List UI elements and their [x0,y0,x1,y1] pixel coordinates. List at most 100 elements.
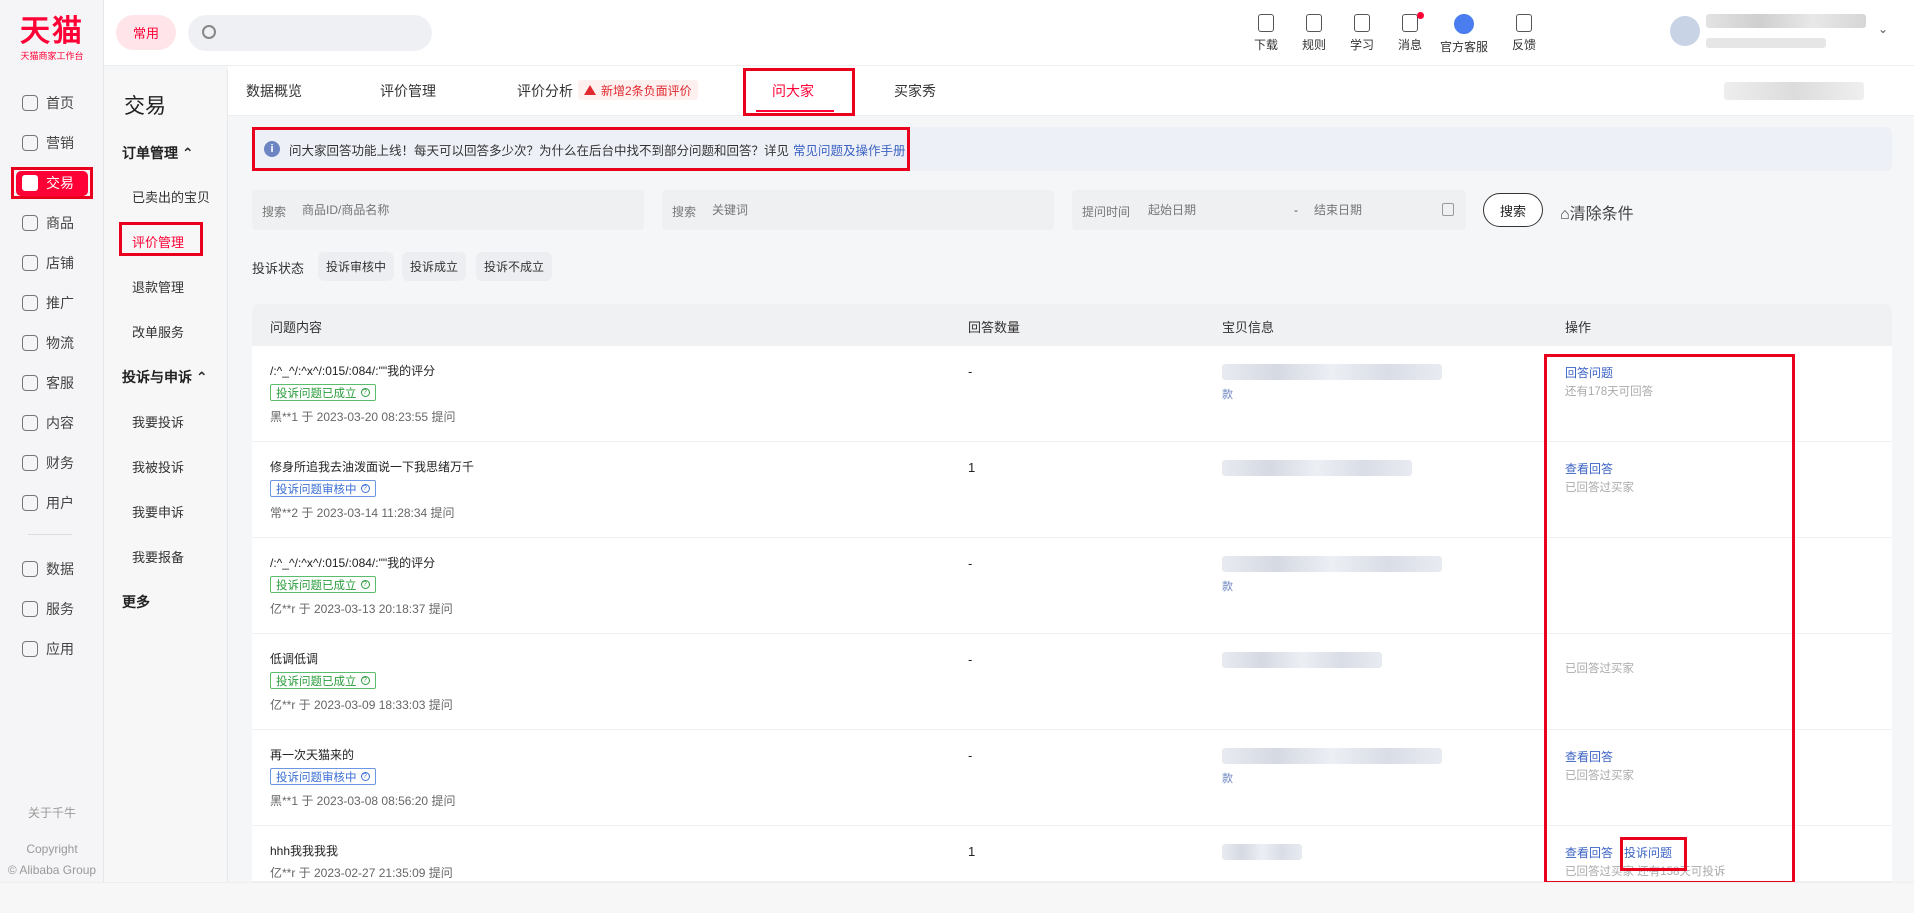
end-date-input[interactable] [1314,200,1424,220]
rail-item-1[interactable]: 营销 [22,131,74,155]
start-date-input[interactable] [1148,200,1278,220]
help-icon[interactable]: ? [360,580,370,589]
rail-item-label: 数据 [46,561,74,577]
rail-item-3[interactable]: 商品 [22,211,74,235]
table-row: /:^_^/:^x^/:015/:084/:""我的评分 投诉问题已成立? 黑**1… [252,346,1892,442]
rail-item-label: 物流 [46,335,74,351]
rail-item-4[interactable]: 店铺 [22,251,74,275]
notice-banner: i 问大家回答功能上线！每天可以回答多少次？为什么在后台中找不到部分问题和回答？… [252,127,1892,171]
rail-item-5[interactable]: 推广 [22,291,74,315]
question-text[interactable]: 修身所追我去油泼面说一下我思绪万千 [270,458,474,475]
rail-item-2[interactable]: 交易 [22,171,74,195]
truck-icon [22,335,38,351]
study-icon [1354,14,1370,32]
group-order-management[interactable]: 订单管理 ⌃ [122,143,194,163]
keyword-input[interactable] [712,200,1032,220]
notice-text: 问大家回答功能上线！每天可以回答多少次？为什么在后台中找不到部分问题和回答？详见 [289,143,790,158]
tool-official-service[interactable]: 官方客服 [1436,14,1492,55]
calendar-icon[interactable] [1442,203,1454,216]
date-range-field[interactable]: 提问时间 - [1072,190,1466,230]
chip-established[interactable]: 投诉成立 [402,252,467,281]
sidebar-item[interactable]: 我要申诉 [132,502,184,521]
product-info-blurred[interactable] [1222,364,1442,380]
tab-ask-everyone[interactable]: 问大家 [772,81,814,101]
group-label: 投诉与申诉 [122,369,192,385]
product-info-blurred[interactable] [1222,748,1442,764]
question-text[interactable]: /:^_^/:^x^/:015/:084/:""我的评分 [270,362,435,379]
sidebar-item[interactable]: 我被投诉 [132,457,184,476]
tool-rules[interactable]: 规则 [1292,14,1336,53]
tag-text: 投诉问题已成立 [276,579,357,592]
tmall-logo[interactable]: 天猫 天猫商家工作台 [14,14,90,62]
sidebar-item[interactable]: 退款管理 [132,277,184,296]
trade-icon [22,175,38,191]
promote-icon [22,295,38,311]
rail-item-8[interactable]: 内容 [22,411,74,435]
rail-item-11[interactable]: 数据 [22,557,74,581]
tool-label: 反馈 [1511,38,1536,52]
chevron-down-icon[interactable]: ⌄ [1878,22,1888,36]
product-search-input[interactable] [302,200,622,220]
search-button[interactable]: 搜索 [1483,193,1543,227]
question-text[interactable]: 低调低调 [270,650,318,667]
help-icon[interactable]: ? [360,388,370,397]
tab-overview[interactable]: 数据概览 [246,81,302,101]
question-text[interactable]: 再一次天猫来的 [270,746,354,763]
common-button[interactable]: 常用 [116,15,176,50]
chip-under-review[interactable]: 投诉审核中 [318,252,395,281]
rail-item-label: 服务 [46,601,74,617]
global-search-input[interactable] [188,15,432,51]
rail-item-10[interactable]: 用户 [22,491,74,515]
answer-count: - [968,556,973,571]
complaint-status-tag: 投诉问题已成立? [270,576,376,593]
group-complaints[interactable]: 投诉与申诉 ⌃ [122,367,208,387]
chip-not-established[interactable]: 投诉不成立 [476,252,553,281]
product-suffix: 款 [1222,773,1233,785]
avatar[interactable] [1670,16,1700,46]
sidebar-item[interactable]: 改单服务 [132,322,184,341]
help-icon[interactable]: ? [360,772,370,781]
action-link[interactable]: 查看回答 [1565,460,1613,477]
question-text[interactable]: hhh我我我我 [270,842,338,859]
action-link[interactable]: 回答问题 [1565,364,1613,381]
tab-buyer-show[interactable]: 买家秀 [894,81,936,101]
product-search-field[interactable]: 搜索 [252,190,644,230]
rail-item-label: 营销 [46,135,74,151]
negative-review-badge[interactable]: 新增2条负面评价 [578,80,698,100]
tool-message[interactable]: 消息 [1388,12,1432,53]
product-info-blurred[interactable] [1222,652,1382,668]
date-separator: - [1294,203,1298,217]
help-icon[interactable]: ? [360,484,370,493]
about-link[interactable]: 关于千牛 [0,804,104,821]
badge-text: 新增2条负面评价 [601,83,692,98]
rail-item-9[interactable]: 财务 [22,451,74,475]
sidebar-item[interactable]: 我要报备 [132,547,184,566]
rail-item-13[interactable]: 应用 [22,637,74,661]
clear-filters-button[interactable]: ⌂清除条件 [1560,200,1634,224]
tab-review-management[interactable]: 评价管理 [380,81,436,101]
tool-feedback[interactable]: 反馈 [1502,14,1546,53]
action-link[interactable]: 查看回答 [1565,844,1613,861]
sidebar-item[interactable]: 我要投诉 [132,412,184,431]
tool-download[interactable]: 下载 [1244,14,1288,53]
product-info-blurred[interactable] [1222,460,1412,476]
tool-study[interactable]: 学习 [1340,14,1384,53]
product-info-blurred[interactable] [1222,556,1442,572]
rail-item-6[interactable]: 物流 [22,331,74,355]
question-text[interactable]: /:^_^/:^x^/:015/:084/:""我的评分 [270,554,435,571]
complain-question-link[interactable]: 投诉问题 [1624,844,1672,861]
rail-item-label: 应用 [46,641,74,657]
action-link[interactable]: 查看回答 [1565,748,1613,765]
rail-item-7[interactable]: 客服 [22,371,74,395]
sidebar-item[interactable]: 评价管理 [132,232,184,251]
sidebar-item[interactable]: 已卖出的宝贝 [132,187,210,206]
sidebar-more[interactable]: 更多 [122,592,150,612]
rail-item-12[interactable]: 服务 [22,597,74,621]
download-icon [1258,14,1274,32]
tab-review-analysis[interactable]: 评价分析 [517,81,573,101]
rail-item-0[interactable]: 首页 [22,91,74,115]
keyword-search-field[interactable]: 搜索 [662,190,1054,230]
product-info-blurred[interactable] [1222,844,1302,860]
manual-link[interactable]: 常见问题及操作手册 [793,140,906,159]
help-icon[interactable]: ? [360,676,370,685]
